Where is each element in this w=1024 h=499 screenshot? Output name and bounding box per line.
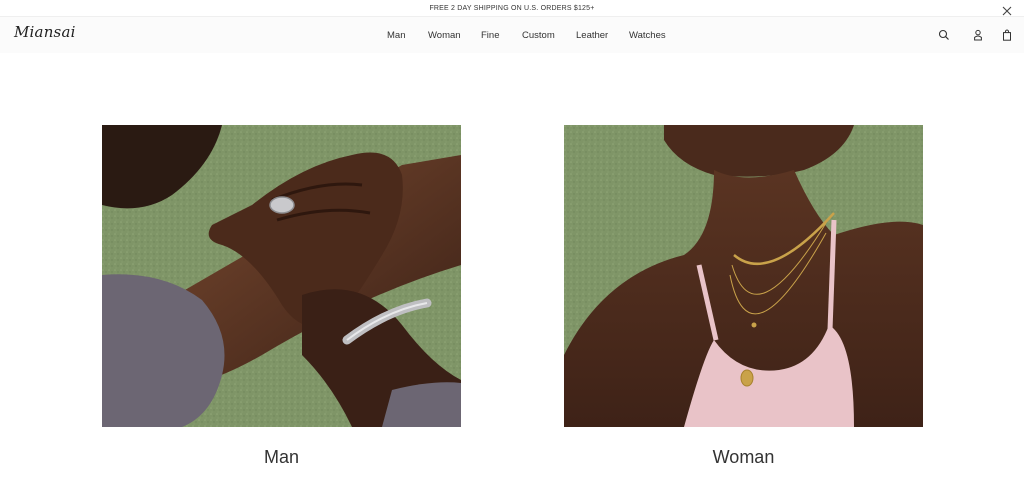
logo[interactable]: Miansai <box>14 23 76 41</box>
site-header: Miansai Man Woman Fine Custom Leather Wa… <box>0 17 1024 53</box>
main-nav: Man Woman Fine Custom Leather Watches <box>0 17 1024 53</box>
nav-item-fine[interactable]: Fine <box>481 30 499 41</box>
search-icon[interactable] <box>938 28 950 40</box>
nav-item-man[interactable]: Man <box>387 30 405 41</box>
promo-text: FREE 2 DAY SHIPPING ON U.S. ORDERS $125+ <box>429 4 595 12</box>
nav-item-watches[interactable]: Watches <box>629 30 666 41</box>
man-category-tile[interactable] <box>102 125 461 427</box>
nav-item-custom[interactable]: Custom <box>522 30 555 41</box>
account-icon[interactable] <box>972 28 984 41</box>
close-icon[interactable] <box>1002 3 1012 16</box>
woman-tile-label[interactable]: Woman <box>564 447 923 468</box>
woman-jewelry-photo <box>564 125 923 427</box>
promo-bar: FREE 2 DAY SHIPPING ON U.S. ORDERS $125+ <box>0 0 1024 17</box>
nav-item-leather[interactable]: Leather <box>576 30 608 41</box>
bag-icon[interactable] <box>1001 28 1013 41</box>
nav-item-woman[interactable]: Woman <box>428 30 461 41</box>
man-tile-label[interactable]: Man <box>102 447 461 468</box>
man-jewelry-photo <box>102 125 461 427</box>
woman-category-tile[interactable] <box>564 125 923 427</box>
